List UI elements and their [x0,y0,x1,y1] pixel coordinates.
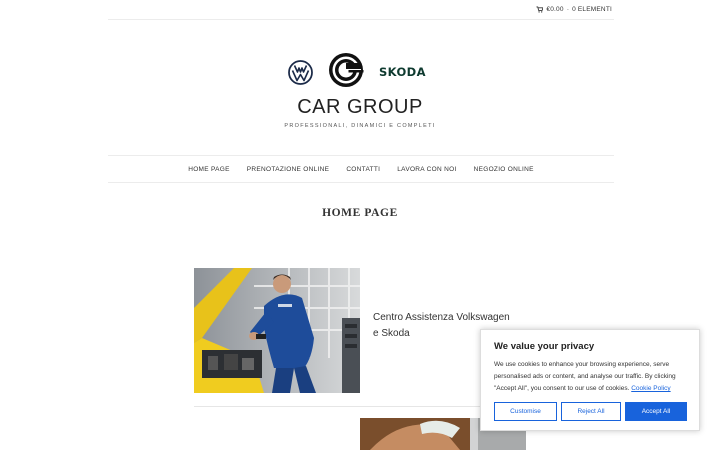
site-tagline: PROFESSIONALI, DINAMICI E COMPLETI [284,123,436,129]
top-bar: €0.00 - 0 ELEMENTI [108,0,614,20]
volkswagen-logo-icon [288,60,313,85]
skoda-logo: SKODA [379,65,426,79]
site-title[interactable]: CAR GROUP [0,96,720,119]
nav-item-shop[interactable]: NEGOZIO ONLINE [474,166,534,173]
cookie-policy-link[interactable]: Cookie Policy [631,385,670,392]
cart-price: €0.00 [546,6,564,13]
accept-all-button[interactable]: Accept All [625,402,687,421]
car-group-logo-icon [329,53,364,87]
page-title: HOME PAGE [322,207,398,219]
nav-item-careers[interactable]: LAVORA CON NOI [397,166,456,173]
cart-icon [536,6,544,13]
cart-link[interactable]: €0.00 - 0 ELEMENTI [536,6,612,13]
main-nav: HOME PAGE PRENOTAZIONE ONLINE CONTATTI L… [108,155,614,183]
feature-line-1: Centro Assistenza Volkswagen [373,312,510,323]
nav-item-contacts[interactable]: CONTATTI [346,166,380,173]
cookie-text: We use cookies to enhance your browsing … [494,359,689,395]
cookie-consent-banner: We value your privacy We use cookies to … [480,329,700,431]
reject-all-button[interactable]: Reject All [561,402,621,421]
nav-item-booking[interactable]: PRENOTAZIONE ONLINE [247,166,330,173]
brand-logos: SKODA [0,50,720,90]
cart-items: 0 ELEMENTI [572,6,612,13]
section-divider [194,406,526,407]
cookie-title: We value your privacy [494,341,595,352]
cart-separator: - [566,6,570,13]
mechanic-photo [194,268,360,393]
nav-item-home[interactable]: HOME PAGE [188,166,230,173]
customise-button[interactable]: Customise [494,402,557,421]
